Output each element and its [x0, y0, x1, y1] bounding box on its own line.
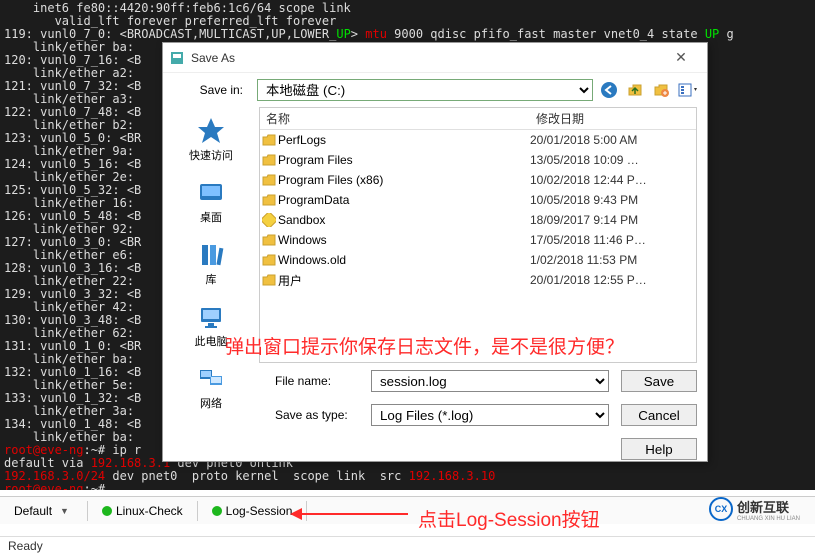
app-icon: [169, 50, 185, 66]
folder-icon: [260, 153, 278, 167]
dialog-title: Save As: [191, 51, 661, 65]
file-name: Program Files: [278, 153, 530, 167]
save-in-label: Save in:: [173, 83, 243, 97]
save-in-row: Save in: 本地磁盘 (C:): [163, 73, 707, 107]
back-icon[interactable]: [599, 80, 619, 100]
file-name: Windows.old: [278, 253, 530, 267]
filename-label: File name:: [275, 374, 365, 388]
folder-icon: [260, 253, 278, 267]
save-as-dialog: Save As ✕ Save in: 本地磁盘 (C:) 快速访问 桌面 库: [162, 42, 708, 462]
annotation-arrow: [288, 504, 412, 524]
column-name[interactable]: 名称: [260, 110, 530, 127]
file-list-header[interactable]: 名称 修改日期: [260, 108, 696, 130]
folder-icon: [260, 133, 278, 147]
sidebar-desktop[interactable]: 桌面: [163, 173, 259, 235]
cancel-button[interactable]: Cancel: [621, 404, 697, 426]
close-button[interactable]: ✕: [661, 44, 701, 72]
list-item[interactable]: PerfLogs20/01/2018 5:00 AM: [260, 130, 696, 150]
folder-icon: [260, 213, 278, 227]
list-item[interactable]: Sandbox18/09/2017 9:14 PM: [260, 210, 696, 230]
folder-icon: [260, 173, 278, 187]
view-menu-icon[interactable]: [677, 80, 697, 100]
file-name: PerfLogs: [278, 133, 530, 147]
file-name: Sandbox: [278, 213, 530, 227]
up-level-icon[interactable]: [625, 80, 645, 100]
saveastype-dropdown[interactable]: Log Files (*.log): [371, 404, 609, 426]
file-date: 13/05/2018 10:09 …: [530, 153, 680, 167]
sidebar-quick-access[interactable]: 快速访问: [163, 111, 259, 173]
new-folder-icon[interactable]: [651, 80, 671, 100]
folder-icon: [260, 273, 278, 287]
folder-icon: [260, 233, 278, 247]
save-button[interactable]: Save: [621, 370, 697, 392]
status-bar: Ready: [0, 536, 815, 556]
file-date: 1/02/2018 11:53 PM: [530, 253, 680, 267]
list-item[interactable]: Windows.old1/02/2018 11:53 PM: [260, 250, 696, 270]
status-dot-icon: [102, 506, 112, 516]
file-name: 用户: [278, 272, 530, 289]
folder-icon: [260, 193, 278, 207]
save-in-dropdown[interactable]: 本地磁盘 (C:): [257, 79, 593, 101]
status-dot-icon: [212, 506, 222, 516]
list-item[interactable]: Windows17/05/2018 11:46 P…: [260, 230, 696, 250]
tab-default[interactable]: Default▼: [6, 502, 81, 520]
file-date: 20/01/2018 5:00 AM: [530, 133, 680, 147]
help-button[interactable]: Help: [621, 438, 697, 460]
tab-log-session[interactable]: Log-Session: [204, 502, 301, 520]
sidebar-libraries[interactable]: 库: [163, 235, 259, 297]
chevron-down-icon[interactable]: ▼: [56, 506, 73, 516]
saveastype-label: Save as type:: [275, 408, 365, 422]
file-date: 20/01/2018 12:55 P…: [530, 273, 680, 287]
places-sidebar: 快速访问 桌面 库 此电脑 网络: [163, 107, 259, 363]
annotation-text-2: 点击Log-Session按钮: [418, 505, 600, 532]
list-item[interactable]: Program Files13/05/2018 10:09 …: [260, 150, 696, 170]
file-name: ProgramData: [278, 193, 530, 207]
annotation-text-1: 弹出窗口提示你保存日志文件，是不是很方便？: [225, 332, 624, 359]
file-date: 18/09/2017 9:14 PM: [530, 213, 680, 227]
dialog-titlebar: Save As ✕: [163, 43, 707, 73]
filename-input[interactable]: session.log: [371, 370, 609, 392]
list-item[interactable]: ProgramData10/05/2018 9:43 PM: [260, 190, 696, 210]
file-name: Windows: [278, 233, 530, 247]
file-date: 17/05/2018 11:46 P…: [530, 233, 680, 247]
tab-linux-check[interactable]: Linux-Check: [94, 502, 191, 520]
file-date: 10/02/2018 12:44 P…: [530, 173, 680, 187]
watermark: CX 创新互联CHUANG XIN HU LIAN: [709, 494, 809, 524]
list-item[interactable]: Program Files (x86)10/02/2018 12:44 P…: [260, 170, 696, 190]
column-date[interactable]: 修改日期: [530, 110, 680, 127]
file-list[interactable]: 名称 修改日期 PerfLogs20/01/2018 5:00 AMProgra…: [259, 107, 697, 363]
file-date: 10/05/2018 9:43 PM: [530, 193, 680, 207]
sidebar-network[interactable]: 网络: [163, 359, 259, 421]
file-name: Program Files (x86): [278, 173, 530, 187]
list-item[interactable]: 用户20/01/2018 12:55 P…: [260, 270, 696, 290]
